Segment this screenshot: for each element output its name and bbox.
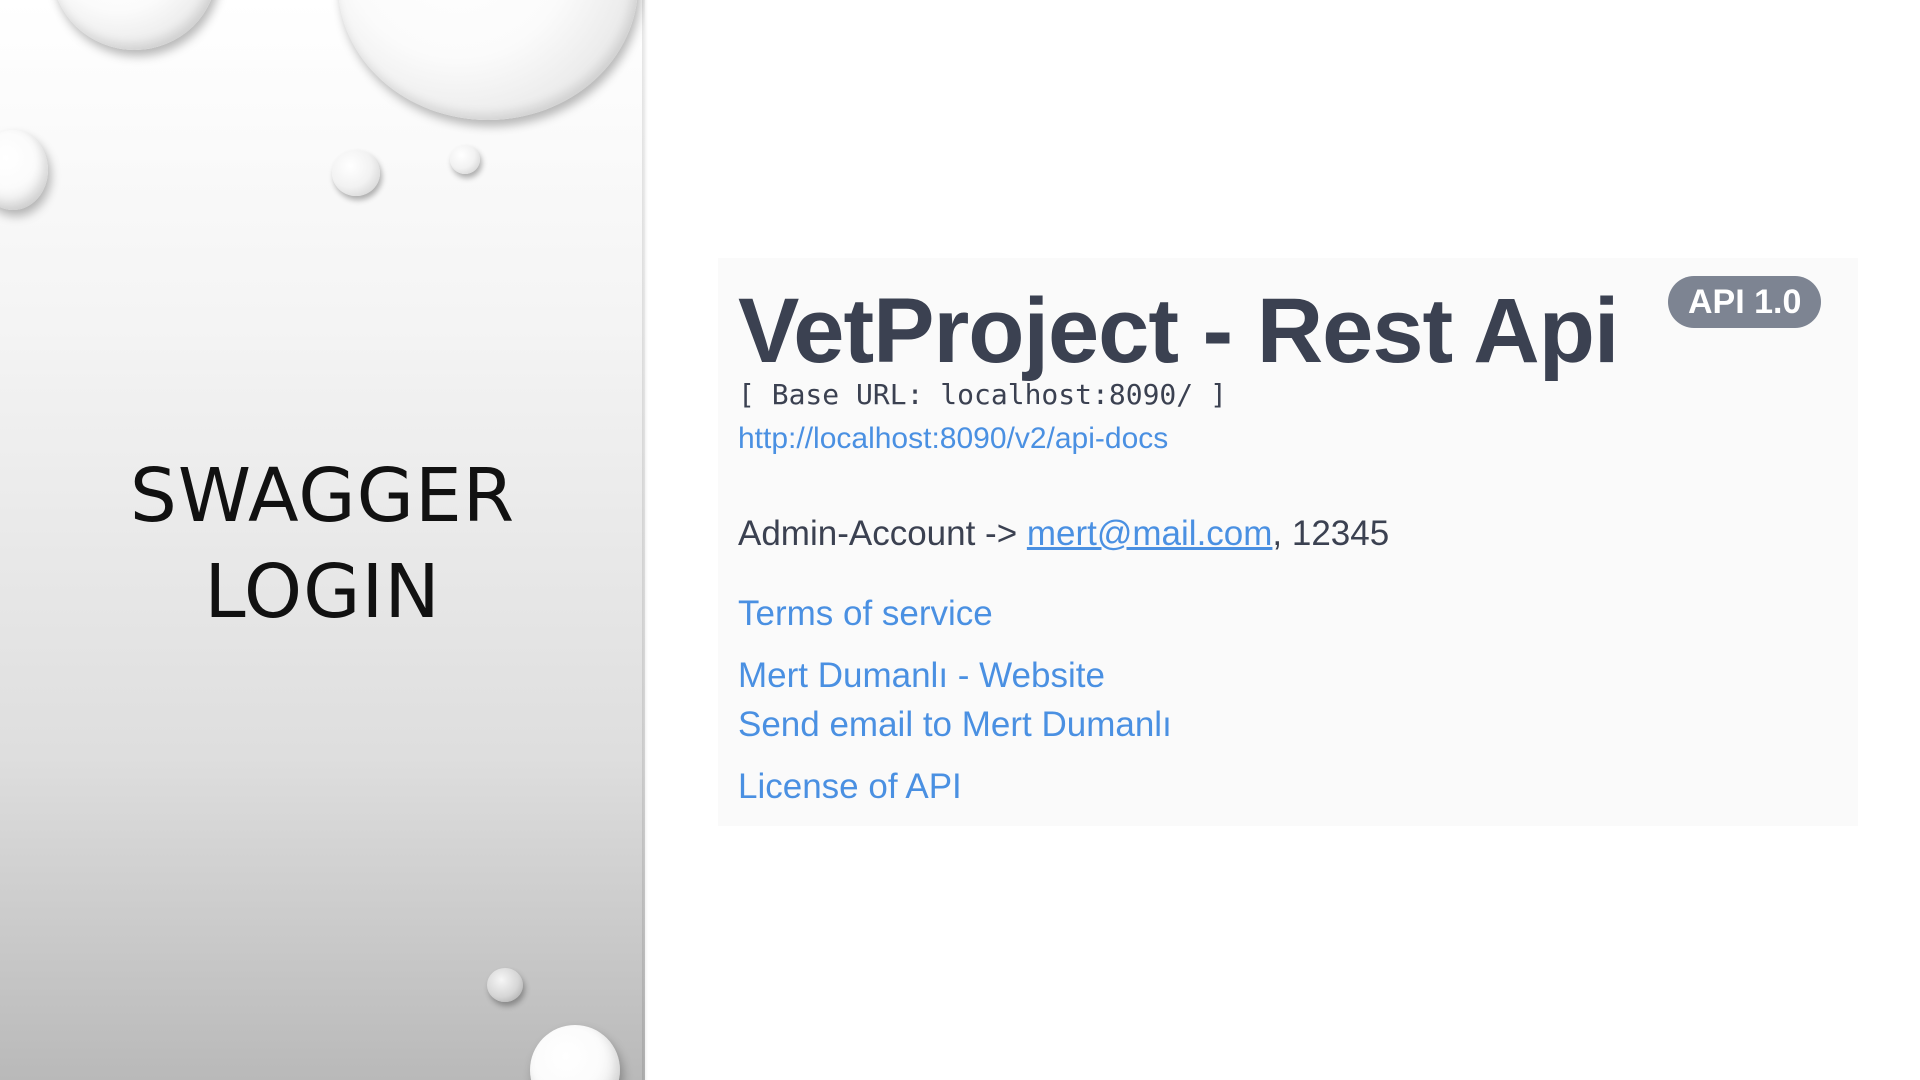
water-drop-decoration bbox=[487, 968, 523, 1002]
base-url: [ Base URL: localhost:8090/ ] bbox=[738, 378, 1227, 411]
send-email-link[interactable]: Send email to Mert Dumanlı bbox=[738, 705, 1172, 745]
terms-of-service-link[interactable]: Terms of service bbox=[738, 594, 993, 634]
water-drop-decoration bbox=[450, 145, 480, 174]
license-link[interactable]: License of API bbox=[738, 767, 962, 807]
website-link[interactable]: Mert Dumanlı - Website bbox=[738, 656, 1105, 696]
admin-account-label: Admin-Account -> bbox=[738, 514, 1027, 553]
admin-email-link[interactable]: mert@mail.com bbox=[1027, 514, 1273, 553]
api-docs-link[interactable]: http://localhost:8090/v2/api-docs bbox=[738, 422, 1168, 456]
panel-divider bbox=[642, 0, 648, 1080]
slide-title-line2: LOGIN bbox=[204, 549, 441, 635]
water-drop-decoration bbox=[338, 0, 638, 120]
admin-account-line: Admin-Account -> mert@mail.com, 12345 bbox=[738, 514, 1389, 554]
slide-title: SWAGGER LOGIN bbox=[0, 448, 645, 640]
admin-password: , 12345 bbox=[1272, 514, 1390, 553]
water-drop-decoration bbox=[332, 150, 380, 196]
version-badge: API 1.0 bbox=[1668, 276, 1822, 328]
api-title: VetProject - Rest Api bbox=[738, 280, 1619, 382]
slide-left-panel: SWAGGER LOGIN bbox=[0, 0, 645, 1080]
water-drop-decoration bbox=[530, 1025, 620, 1080]
water-drop-decoration bbox=[0, 130, 48, 210]
slide-title-line1: SWAGGER bbox=[129, 453, 516, 539]
swagger-info-box: VetProject - Rest Api API 1.0 [ Base URL… bbox=[718, 258, 1858, 826]
water-drop-decoration bbox=[52, 0, 217, 50]
